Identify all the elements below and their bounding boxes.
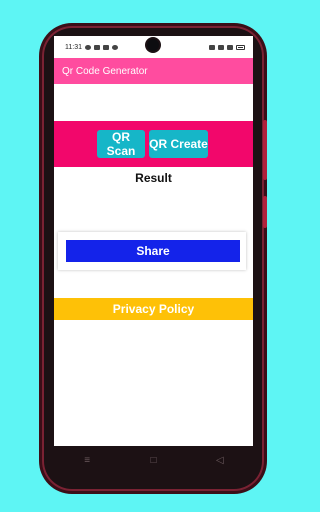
share-button[interactable]: Share xyxy=(66,240,240,262)
power-button xyxy=(263,196,267,228)
app-bar: Qr Code Generator xyxy=(54,58,253,84)
signal-icon xyxy=(218,44,224,50)
app-notification-icon xyxy=(112,44,118,50)
phone-screen: 11:31 Qr Code Generator QR Scan QR Creat… xyxy=(54,36,253,446)
facebook-icon xyxy=(103,44,109,50)
wifi-icon xyxy=(227,44,233,50)
back-icon[interactable]: ◁ xyxy=(210,455,230,466)
battery-icon xyxy=(236,44,245,50)
status-time: 11:31 xyxy=(65,43,82,51)
status-right xyxy=(209,44,253,50)
image-icon xyxy=(94,44,100,50)
status-left: 11:31 xyxy=(54,44,118,51)
home-icon[interactable]: □ xyxy=(143,455,163,466)
menu-icon[interactable]: ≡ xyxy=(77,455,97,466)
volume-button xyxy=(263,120,267,180)
privacy-policy-button[interactable]: Privacy Policy xyxy=(54,298,253,320)
youtube-icon xyxy=(85,44,91,50)
alarm-icon xyxy=(209,44,215,50)
camera-notch xyxy=(147,39,159,51)
qr-create-button[interactable]: QR Create xyxy=(149,130,208,158)
qr-scan-button[interactable]: QR Scan xyxy=(97,130,145,158)
app-title: Qr Code Generator xyxy=(62,65,148,77)
result-label: Result xyxy=(135,171,172,185)
system-nav-bar: ≡ □ ◁ xyxy=(54,446,253,474)
